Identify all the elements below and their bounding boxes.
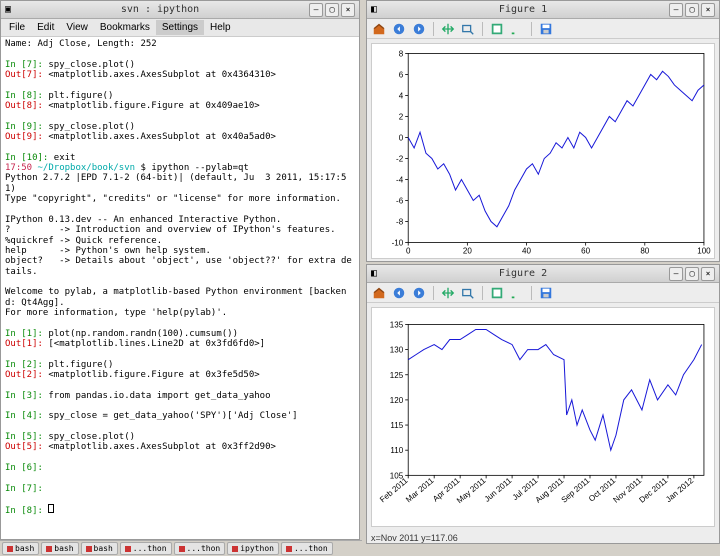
minimize-button[interactable]: – bbox=[309, 3, 323, 17]
minimize-button[interactable]: – bbox=[669, 3, 683, 17]
figure-2-plot[interactable]: 105110115120125130135Feb 2011Mar 2011Apr… bbox=[371, 307, 715, 527]
back-icon[interactable] bbox=[391, 285, 407, 301]
menu-help[interactable]: Help bbox=[204, 20, 237, 35]
pan-icon[interactable] bbox=[440, 21, 456, 37]
svg-text:20: 20 bbox=[463, 247, 472, 256]
svg-text:-2: -2 bbox=[396, 155, 404, 164]
svg-text:Dec 2011: Dec 2011 bbox=[638, 476, 670, 505]
terminal-title: svn : ipython bbox=[11, 4, 309, 15]
mpl-toolbar bbox=[367, 283, 719, 303]
back-icon[interactable] bbox=[391, 21, 407, 37]
close-button[interactable]: × bbox=[701, 267, 715, 281]
svg-text:Mar 2011: Mar 2011 bbox=[404, 476, 436, 505]
taskbar-item[interactable]: ...thon bbox=[174, 542, 226, 555]
subplots-icon[interactable] bbox=[489, 21, 505, 37]
svg-text:135: 135 bbox=[390, 320, 404, 329]
taskbar-item[interactable]: ipython bbox=[227, 542, 279, 555]
figure-2-status: x=Nov 2011 y=117.06 bbox=[367, 531, 719, 545]
svg-text:110: 110 bbox=[390, 446, 403, 455]
forward-icon[interactable] bbox=[411, 285, 427, 301]
forward-icon[interactable] bbox=[411, 21, 427, 37]
svg-text:2: 2 bbox=[399, 112, 404, 121]
mpl-toolbar bbox=[367, 19, 719, 39]
figure-1-title: Figure 1 bbox=[377, 4, 669, 15]
figure-2-window: ◧ Figure 2 – ▢ × 105110115120125130135Fe… bbox=[366, 264, 720, 544]
zoom-icon[interactable] bbox=[460, 21, 476, 37]
taskbar-item[interactable]: ...thon bbox=[120, 542, 172, 555]
terminal-titlebar: ▣ svn : ipython – ▢ × bbox=[1, 1, 359, 19]
terminal-menubar: FileEditViewBookmarksSettingsHelp bbox=[1, 19, 359, 37]
figure-1-plot[interactable]: -10-8-6-4-202468020406080100 bbox=[371, 43, 715, 259]
menu-file[interactable]: File bbox=[3, 20, 31, 35]
taskbar: bashbashbash...thon...thonipython...thon bbox=[0, 540, 362, 556]
maximize-button[interactable]: ▢ bbox=[685, 267, 699, 281]
svg-text:60: 60 bbox=[581, 247, 590, 256]
svg-text:Sep 2011: Sep 2011 bbox=[560, 476, 592, 505]
close-button[interactable]: × bbox=[701, 3, 715, 17]
svg-text:4: 4 bbox=[399, 91, 404, 100]
maximize-button[interactable]: ▢ bbox=[685, 3, 699, 17]
terminal-body[interactable]: Name: Adj Close, Length: 252 In [7]: spy… bbox=[1, 37, 359, 539]
figure-1-titlebar: ◧ Figure 1 – ▢ × bbox=[367, 1, 719, 19]
subplots-icon[interactable] bbox=[489, 285, 505, 301]
taskbar-item[interactable]: bash bbox=[2, 542, 39, 555]
menu-bookmarks[interactable]: Bookmarks bbox=[94, 20, 156, 35]
svg-text:6: 6 bbox=[399, 70, 404, 79]
taskbar-item[interactable]: bash bbox=[81, 542, 118, 555]
svg-text:0: 0 bbox=[399, 133, 404, 142]
maximize-button[interactable]: ▢ bbox=[325, 3, 339, 17]
svg-text:Jan 2012: Jan 2012 bbox=[664, 476, 696, 504]
figure-1-window: ◧ Figure 1 – ▢ × -10-8-6-4-2024680204060… bbox=[366, 0, 720, 262]
taskbar-item[interactable]: ...thon bbox=[281, 542, 333, 555]
customize-icon[interactable] bbox=[509, 21, 525, 37]
svg-text:80: 80 bbox=[640, 247, 649, 256]
menu-settings[interactable]: Settings bbox=[156, 20, 204, 35]
svg-text:-8: -8 bbox=[396, 218, 404, 227]
taskbar-item[interactable]: bash bbox=[41, 542, 78, 555]
menu-edit[interactable]: Edit bbox=[31, 20, 60, 35]
svg-text:130: 130 bbox=[390, 346, 404, 355]
home-icon[interactable] bbox=[371, 21, 387, 37]
svg-text:-4: -4 bbox=[396, 176, 404, 185]
svg-text:40: 40 bbox=[522, 247, 531, 256]
save-icon[interactable] bbox=[538, 285, 554, 301]
svg-text:-6: -6 bbox=[396, 197, 404, 206]
minimize-button[interactable]: – bbox=[669, 267, 683, 281]
customize-icon[interactable] bbox=[509, 285, 525, 301]
svg-text:115: 115 bbox=[390, 421, 403, 430]
svg-text:8: 8 bbox=[399, 49, 404, 58]
svg-text:-10: -10 bbox=[392, 239, 404, 248]
svg-text:125: 125 bbox=[390, 371, 404, 380]
zoom-icon[interactable] bbox=[460, 285, 476, 301]
menu-view[interactable]: View bbox=[60, 20, 94, 35]
svg-text:120: 120 bbox=[390, 396, 404, 405]
figure-2-title: Figure 2 bbox=[377, 268, 669, 279]
terminal-window: ▣ svn : ipython – ▢ × FileEditViewBookma… bbox=[0, 0, 360, 540]
svg-text:May 2011: May 2011 bbox=[455, 476, 488, 506]
close-button[interactable]: × bbox=[341, 3, 355, 17]
svg-text:0: 0 bbox=[406, 247, 411, 256]
home-icon[interactable] bbox=[371, 285, 387, 301]
save-icon[interactable] bbox=[538, 21, 554, 37]
svg-text:100: 100 bbox=[697, 247, 711, 256]
figure-2-titlebar: ◧ Figure 2 – ▢ × bbox=[367, 265, 719, 283]
pan-icon[interactable] bbox=[440, 285, 456, 301]
svg-text:Jun 2011: Jun 2011 bbox=[483, 476, 514, 504]
